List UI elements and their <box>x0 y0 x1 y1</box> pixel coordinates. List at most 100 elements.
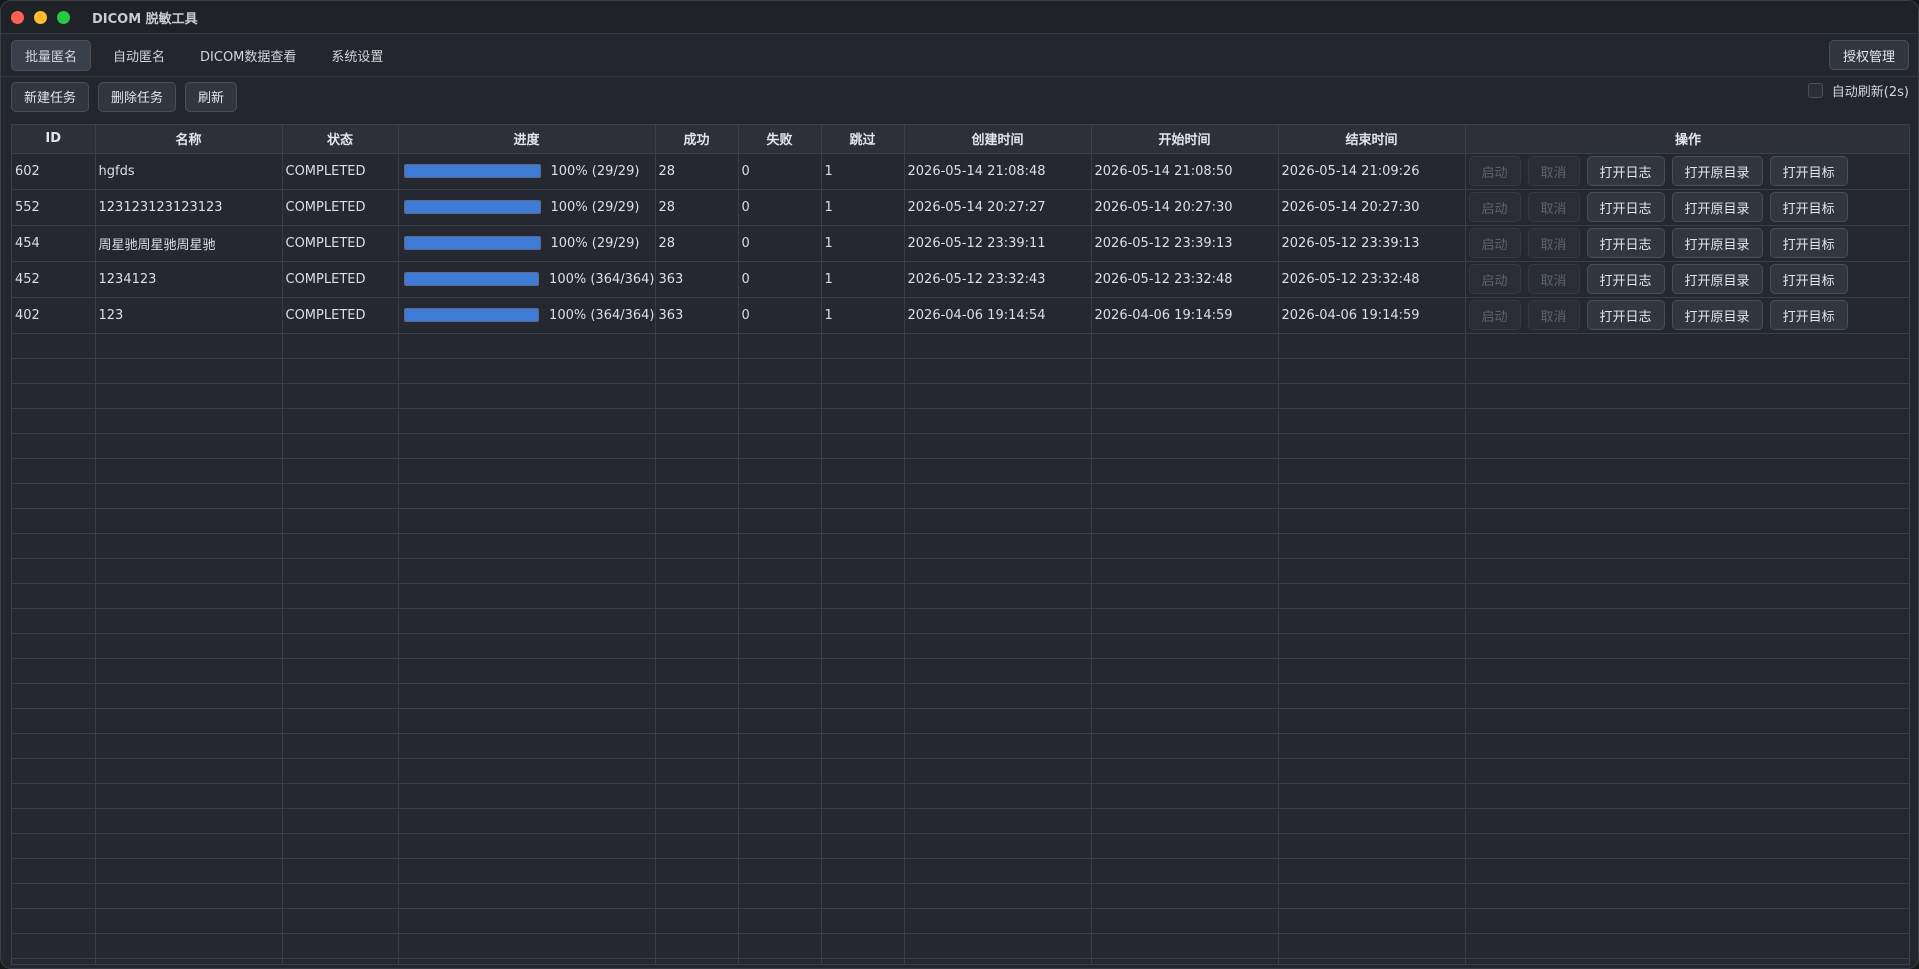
cancel-button[interactable]: 取消 <box>1527 228 1580 258</box>
empty-cell <box>1278 383 1466 409</box>
cell-failed: 0 <box>738 189 822 226</box>
column-header-failed[interactable]: 失败 <box>738 125 822 154</box>
start-button[interactable]: 启动 <box>1468 156 1521 186</box>
empty-table-row <box>12 408 1909 434</box>
empty-cell <box>1465 433 1909 459</box>
column-header-success[interactable]: 成功 <box>655 125 739 154</box>
open-source-dir-button[interactable]: 打开原目录 <box>1671 228 1763 258</box>
open-target-button[interactable]: 打开目标 <box>1769 192 1848 222</box>
empty-cell <box>95 958 283 964</box>
empty-cell <box>398 683 656 709</box>
empty-cell <box>282 583 399 609</box>
open-target-button[interactable]: 打开目标 <box>1769 264 1848 294</box>
table-row[interactable]: 602 hgfds COMPLETED 100% (29/29) 28 0 1 2026-05… <box>12 153 1909 190</box>
tab-settings[interactable]: 系统设置 <box>318 40 396 71</box>
empty-cell <box>904 433 1092 459</box>
tab-batch-anonymize[interactable]: 批量匿名 <box>11 39 92 71</box>
open-source-dir-button[interactable]: 打开原目录 <box>1671 264 1763 294</box>
empty-cell <box>821 808 905 834</box>
empty-cell <box>12 533 96 559</box>
column-header-skipped[interactable]: 跳过 <box>821 125 905 154</box>
cell-ended: 2026-05-14 20:27:30 <box>1278 189 1466 226</box>
empty-cell <box>655 683 739 709</box>
empty-cell <box>904 508 1092 534</box>
open-target-button[interactable]: 打开目标 <box>1769 156 1848 186</box>
empty-cell <box>95 583 283 609</box>
empty-cell <box>655 458 739 484</box>
empty-cell <box>655 433 739 459</box>
delete-task-button[interactable]: 删除任务 <box>98 81 177 112</box>
open-log-button[interactable]: 打开日志 <box>1586 228 1665 258</box>
cancel-button[interactable]: 取消 <box>1527 300 1580 330</box>
progress-indicator: 100% (29/29) <box>402 200 655 215</box>
open-source-dir-button[interactable]: 打开原目录 <box>1671 192 1763 222</box>
cell-created: 2026-05-12 23:39:11 <box>904 225 1092 262</box>
empty-cell <box>1278 333 1466 359</box>
auto-refresh-toggle[interactable]: 自动刷新(2s) <box>1807 81 1909 100</box>
open-log-button[interactable]: 打开日志 <box>1586 192 1665 222</box>
open-source-dir-button[interactable]: 打开原目录 <box>1671 300 1763 330</box>
start-button[interactable]: 启动 <box>1468 264 1521 294</box>
column-header-started[interactable]: 开始时间 <box>1091 125 1279 154</box>
cell-failed: 0 <box>738 297 822 334</box>
empty-cell <box>1091 683 1279 709</box>
empty-cell <box>1091 858 1279 884</box>
table-row[interactable]: 402 123 COMPLETED 100% (364/364) 363 0 1 2026-0… <box>12 297 1910 334</box>
license-management-button[interactable]: 授权管理 <box>1828 40 1909 70</box>
empty-cell <box>398 833 656 859</box>
open-log-button[interactable]: 打开日志 <box>1586 300 1665 330</box>
empty-cell <box>655 558 739 584</box>
maximize-window-button[interactable] <box>57 10 70 24</box>
empty-cell <box>1465 808 1909 834</box>
empty-cell <box>12 633 96 659</box>
cancel-button[interactable]: 取消 <box>1527 264 1580 294</box>
empty-cell <box>282 558 399 584</box>
empty-cell <box>95 633 283 659</box>
empty-cell <box>738 408 822 434</box>
minimize-window-button[interactable] <box>34 10 47 24</box>
column-header-status[interactable]: 状态 <box>282 125 399 154</box>
empty-cell <box>821 483 905 509</box>
new-task-button[interactable]: 新建任务 <box>11 81 90 112</box>
progress-bar-fill <box>404 273 539 285</box>
empty-cell <box>1091 658 1279 684</box>
column-header-created[interactable]: 创建时间 <box>904 125 1092 154</box>
table-row[interactable]: 452 1234123 COMPLETED 100% (364/364) 363 0 1 20… <box>12 261 1909 298</box>
close-window-button[interactable] <box>11 10 24 24</box>
refresh-button[interactable]: 刷新 <box>185 81 238 112</box>
empty-cell <box>904 908 1092 934</box>
row-actions: 启动 取消 打开日志 打开原目录 打开目标 <box>1468 300 1910 330</box>
auto-refresh-checkbox[interactable] <box>1807 83 1823 98</box>
empty-cell <box>398 808 656 834</box>
cancel-button[interactable]: 取消 <box>1527 192 1580 222</box>
empty-cell <box>904 458 1092 484</box>
empty-cell <box>282 908 399 934</box>
start-button[interactable]: 启动 <box>1468 192 1521 222</box>
empty-cell <box>738 433 822 459</box>
table-row[interactable]: 552 123123123123123 COMPLETED 100% (29/29) 2… <box>12 189 1909 226</box>
cell-started: 2026-05-14 21:08:50 <box>1091 153 1279 190</box>
start-button[interactable]: 启动 <box>1468 300 1521 330</box>
open-log-button[interactable]: 打开日志 <box>1586 264 1665 294</box>
open-source-dir-button[interactable]: 打开原目录 <box>1671 156 1763 186</box>
empty-cell <box>655 708 739 734</box>
tab-dicom-viewer[interactable]: DICOM数据查看 <box>187 40 309 71</box>
table-row[interactable]: 454 周星驰周星驰周星驰 COMPLETED 100% (29/29) 28 0 1 202… <box>12 225 1909 262</box>
empty-cell <box>1278 858 1466 884</box>
progress-cell: 100% (364/364) <box>398 297 656 334</box>
column-header-progress[interactable]: 进度 <box>398 125 656 154</box>
tab-auto-anonymize[interactable]: 自动匿名 <box>100 40 178 71</box>
cancel-button[interactable]: 取消 <box>1527 156 1580 186</box>
open-target-button[interactable]: 打开目标 <box>1769 300 1848 330</box>
empty-cell <box>904 408 1092 434</box>
empty-cell <box>738 783 822 809</box>
empty-cell <box>95 783 283 809</box>
start-button[interactable]: 启动 <box>1468 228 1521 258</box>
cell-ended: 2026-05-14 21:09:26 <box>1278 153 1466 190</box>
empty-cell <box>95 908 283 934</box>
column-header-id[interactable]: ID <box>12 125 96 154</box>
column-header-ended[interactable]: 结束时间 <box>1278 125 1466 154</box>
open-target-button[interactable]: 打开目标 <box>1769 228 1848 258</box>
open-log-button[interactable]: 打开日志 <box>1586 156 1665 186</box>
column-header-name[interactable]: 名称 <box>95 125 283 154</box>
